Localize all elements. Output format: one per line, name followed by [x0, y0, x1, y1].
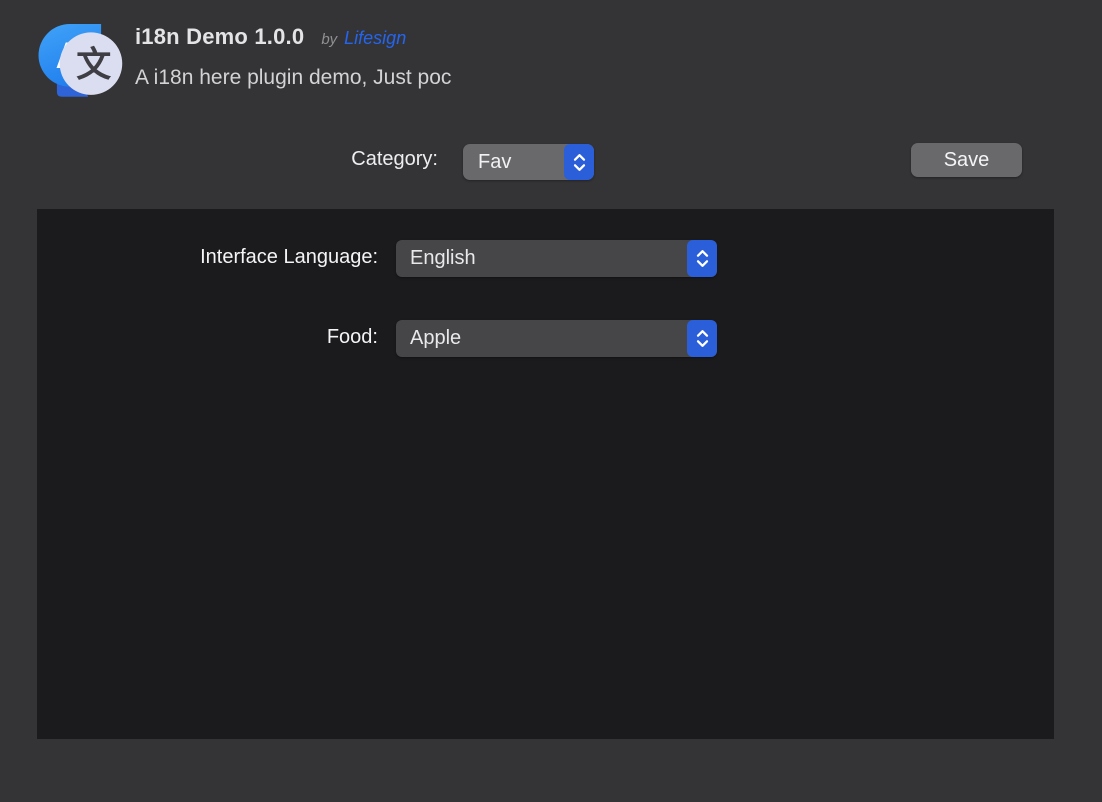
food-popup[interactable]: Apple: [396, 320, 717, 357]
plugin-title: i18n Demo 1.0.0: [135, 24, 304, 50]
food-popup-value: Apple: [396, 320, 687, 357]
food-label: Food:: [37, 326, 378, 349]
category-label: Category:: [258, 148, 438, 171]
interface-language-popup[interactable]: English: [396, 240, 717, 277]
translate-icon: A 文: [33, 13, 125, 105]
header: i18n Demo 1.0.0 by Lifesign: [135, 24, 406, 50]
settings-panel: Interface Language: English Food: Apple: [37, 209, 1054, 739]
plugin-subtitle: A i18n here plugin demo, Just poc: [135, 66, 451, 90]
plugin-preferences-window: A 文 i18n Demo 1.0.0 by Lifesign A i18n h…: [0, 0, 1102, 802]
interface-language-popup-value: English: [396, 240, 687, 277]
chevron-up-down-icon: [687, 320, 717, 357]
category-popup-value: Fav: [463, 144, 564, 180]
author-link[interactable]: Lifesign: [344, 28, 406, 49]
chevron-up-down-icon: [564, 144, 594, 180]
save-button[interactable]: Save: [911, 143, 1022, 177]
chevron-up-down-icon: [687, 240, 717, 277]
category-popup[interactable]: Fav: [463, 144, 594, 180]
translate-icon-cjk-letter: 文: [76, 45, 111, 85]
interface-language-label: Interface Language:: [37, 246, 378, 269]
by-label: by: [321, 31, 337, 48]
